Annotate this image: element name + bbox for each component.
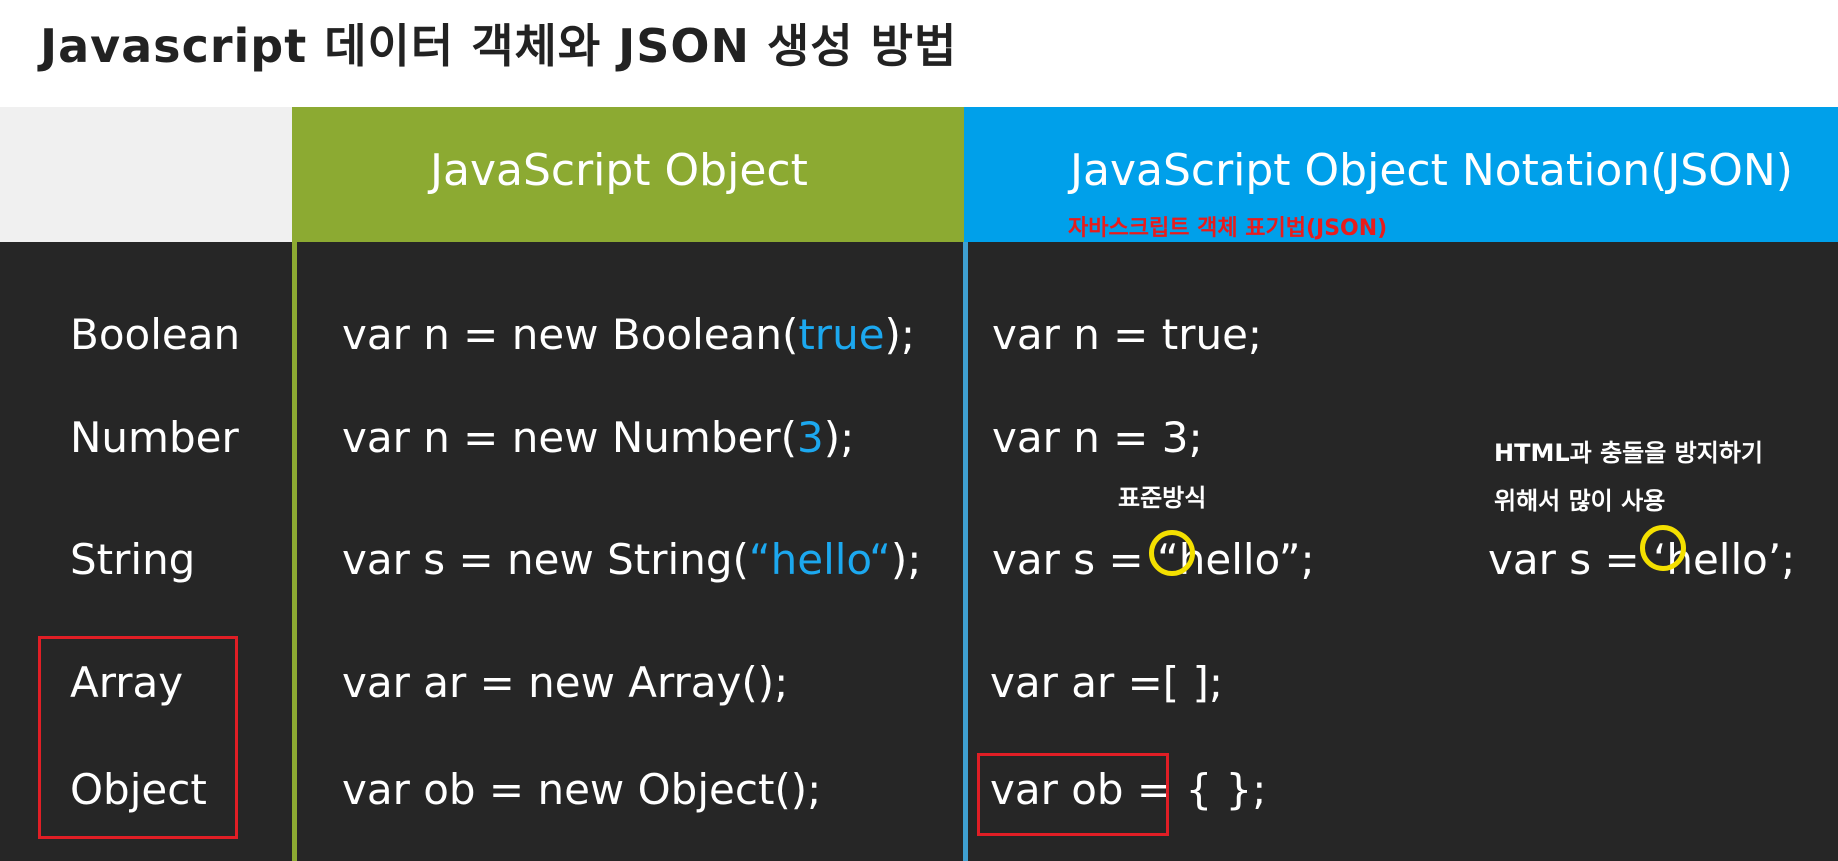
header-js-object-label: JavaScript Object: [430, 145, 808, 196]
js-code-number-pre: var n = new Number(: [342, 413, 797, 462]
header-json-label: JavaScript Object Notation(JSON): [1070, 145, 1793, 196]
js-code-array: var ar = new Array();: [342, 658, 789, 707]
js-code-boolean-value: true: [798, 310, 885, 359]
json-code-boolean: var n = true;: [992, 310, 1263, 359]
page-title: Javascript 데이터 객체와 JSON 생성 방법: [40, 19, 958, 73]
header-js-object: JavaScript Object: [292, 107, 964, 242]
js-code-number-post: );: [823, 413, 855, 462]
js-code-object: var ob = new Object();: [342, 765, 822, 814]
divider-blue: [963, 242, 968, 861]
js-code-number-value: 3: [797, 413, 824, 462]
js-code-string: var s = new String(“hello“);: [342, 535, 921, 584]
js-code-boolean-pre: var n = new Boolean(: [342, 310, 799, 359]
header-blank-cell: [0, 107, 292, 242]
type-label-string: String: [70, 535, 196, 584]
js-code-string-post: );: [890, 535, 922, 584]
highlight-box-array-object: [38, 636, 238, 839]
note-html-line1: HTML과 충돌을 방지하기: [1494, 439, 1763, 467]
json-code-number: var n = 3;: [992, 413, 1203, 462]
header-json-subtitle: 자바스크립트 객체 표기법(JSON): [1068, 216, 1388, 241]
note-standard: 표준방식: [1118, 484, 1207, 512]
type-label-number: Number: [70, 413, 239, 462]
json-code-array: var ar =[ ];: [990, 658, 1224, 707]
js-code-number: var n = new Number(3);: [342, 413, 854, 462]
js-code-boolean: var n = new Boolean(true);: [342, 310, 915, 359]
type-label-boolean: Boolean: [70, 310, 241, 359]
js-code-string-pre: var s = new String(: [342, 535, 749, 584]
note-html-line2: 위해서 많이 사용: [1494, 487, 1666, 515]
highlight-circle-double-quote: [1149, 530, 1195, 576]
js-code-string-value: “hello“: [748, 535, 891, 584]
highlight-circle-single-quote: [1640, 525, 1686, 571]
divider-green: [292, 242, 297, 861]
highlight-box-json-object: [977, 753, 1169, 836]
js-code-boolean-post: );: [884, 310, 916, 359]
